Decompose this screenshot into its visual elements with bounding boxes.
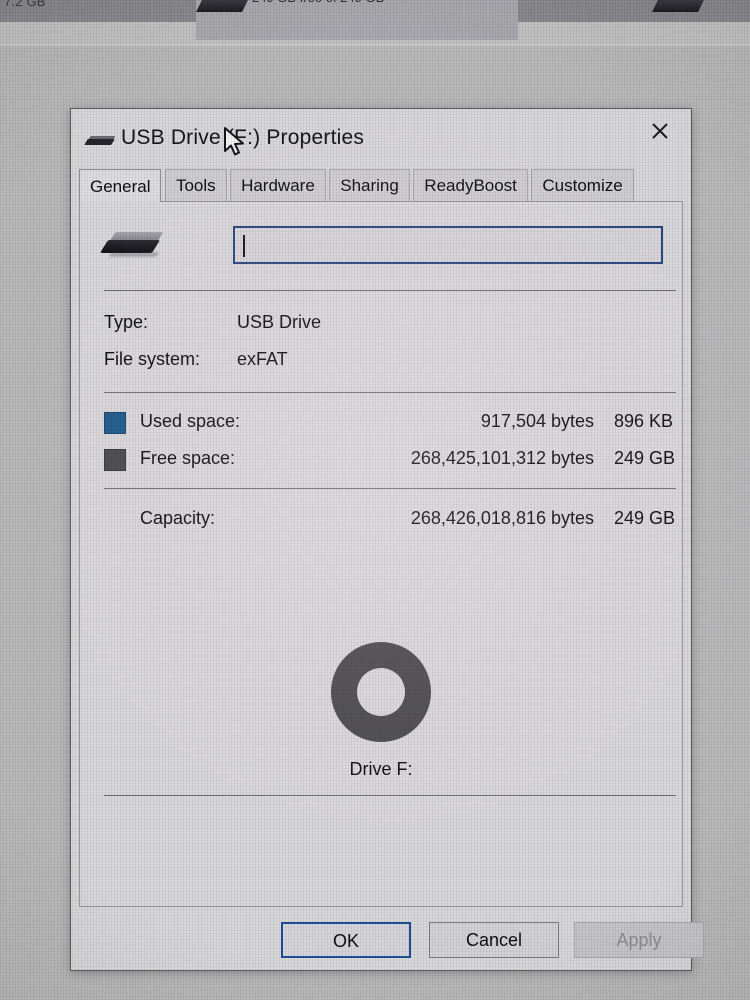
separator — [104, 392, 676, 393]
close-icon — [652, 123, 668, 139]
capacity-pretty: 249 GB — [614, 508, 676, 528]
used-space-bytes: 917,504 bytes — [480, 411, 594, 431]
usb-drive-icon — [84, 136, 116, 146]
tab-sharing[interactable]: Sharing — [329, 169, 410, 201]
capacity-pie-chart: Drive F: — [80, 642, 682, 780]
dialog-button-bar: OK Cancel Apply — [71, 910, 704, 970]
capacity-label: Capacity: — [140, 508, 216, 528]
dialog-titlebar[interactable]: USB Drive (F:) Properties — [71, 109, 691, 169]
separator — [104, 488, 676, 489]
background-drive-tile-text: 249 GB free of 249 GB — [252, 0, 384, 5]
free-space-bytes: 268,425,101,312 bytes — [410, 448, 594, 468]
filesystem-value: exFAT — [237, 349, 288, 369]
filesystem-label: File system: — [104, 349, 201, 369]
background-status-left-text: 7.2 GB — [4, 0, 46, 9]
tab-general[interactable]: General — [79, 169, 162, 202]
apply-button: Apply — [574, 922, 704, 958]
separator — [104, 795, 676, 796]
capacity-donut — [331, 642, 431, 742]
type-label: Type: — [104, 312, 149, 332]
drive-icon — [99, 230, 168, 262]
volume-label-input[interactable] — [233, 226, 663, 264]
capacity-bytes: 268,426,018,816 bytes — [410, 508, 594, 528]
type-value: USB Drive — [237, 312, 322, 332]
drive-caption: Drive F: — [349, 759, 413, 779]
background-divider — [0, 44, 750, 46]
background-drive-icon — [196, 0, 250, 12]
used-space-label: Used space: — [140, 411, 241, 431]
tab-customize[interactable]: Customize — [531, 169, 634, 201]
text-caret — [243, 235, 245, 257]
free-space-pretty: 249 GB — [614, 448, 676, 468]
donut-hole — [357, 668, 405, 716]
free-space-swatch — [104, 449, 126, 471]
general-tab-panel: Type: USB Drive File system: exFAT Used … — [79, 202, 683, 907]
used-space-pretty: 896 KB — [614, 411, 674, 431]
ok-button[interactable]: OK — [281, 922, 411, 958]
cancel-button[interactable]: Cancel — [429, 922, 559, 958]
close-button[interactable] — [631, 109, 689, 153]
tab-strip: General Tools Hardware Sharing ReadyBoos… — [79, 169, 683, 202]
tab-hardware[interactable]: Hardware — [230, 169, 326, 201]
screen-photo: 7.2 GB 249 GB free of 249 GB USB Drive (… — [0, 0, 750, 1000]
separator — [104, 290, 676, 291]
drive-properties-dialog: USB Drive (F:) Properties General Tools … — [70, 108, 704, 971]
volume-label-row — [80, 202, 682, 284]
dialog-title: USB Drive (F:) Properties — [121, 126, 365, 149]
used-space-swatch — [104, 412, 126, 434]
tab-readyboost[interactable]: ReadyBoost — [413, 169, 528, 201]
tab-tools[interactable]: Tools — [164, 169, 227, 201]
background-drive-icon — [652, 0, 706, 12]
free-space-label: Free space: — [140, 448, 236, 468]
